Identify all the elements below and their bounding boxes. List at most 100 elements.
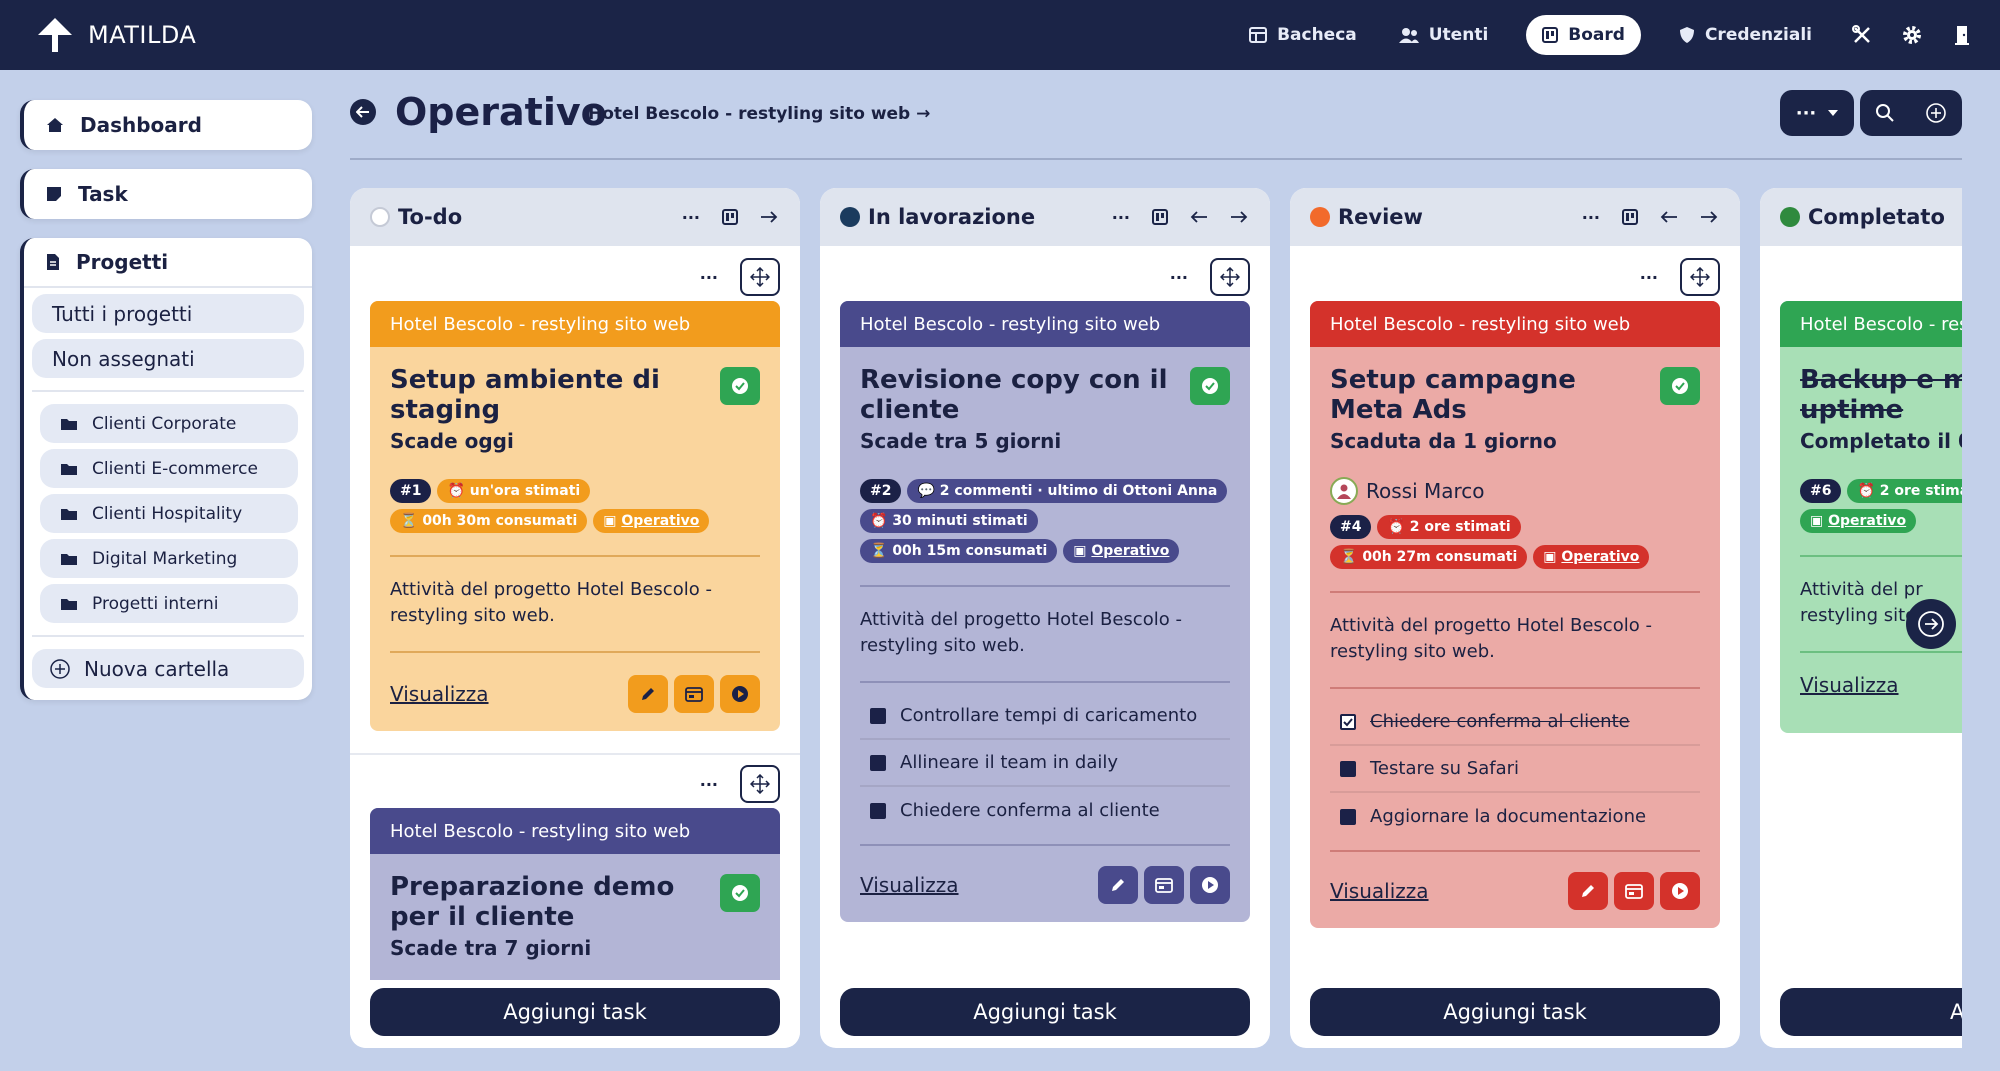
tag-board-link[interactable]: ▣ Operativo — [1533, 545, 1650, 569]
column-header: Completato — [1760, 188, 1962, 246]
scroll-right-button[interactable] — [1906, 599, 1956, 649]
edit-button[interactable] — [628, 675, 668, 713]
sidebar-task[interactable]: Task — [20, 169, 312, 219]
folder-progetti-interni[interactable]: Progetti interni — [40, 584, 298, 623]
add-circle-icon[interactable] — [1925, 102, 1947, 124]
folder-clienti-ecommerce[interactable]: Clienti E-commerce — [40, 449, 298, 488]
task-card[interactable]: Hotel Bescolo - restyling sito web Setup… — [1310, 301, 1720, 928]
tag-consumed-text: 00h 30m consumati — [422, 513, 578, 529]
door-icon[interactable] — [1950, 23, 1974, 47]
calendar-button[interactable] — [1144, 866, 1184, 904]
edit-button[interactable] — [1098, 866, 1138, 904]
checklist-item[interactable]: Allineare il team in daily — [860, 740, 1230, 787]
sidebar-progetti-head[interactable]: Progetti — [24, 238, 312, 288]
brand[interactable]: MATILDA — [36, 16, 196, 54]
play-button[interactable] — [1660, 872, 1700, 910]
checkbox[interactable] — [1340, 808, 1356, 825]
view-link[interactable]: Visualizza — [1330, 879, 1429, 903]
search-icon[interactable] — [1875, 103, 1895, 123]
task-card[interactable]: Hotel Bescolo - restyling sito web Revis… — [840, 301, 1250, 922]
sidebar: Dashboard Task Progetti Tutti i progetti… — [20, 100, 312, 719]
calendar-icon — [685, 687, 703, 702]
card-more-icon[interactable]: ··· — [1170, 268, 1188, 287]
new-folder-button[interactable]: Nuova cartella — [32, 649, 304, 688]
arrow-left-icon[interactable] — [1660, 211, 1678, 223]
board-icon[interactable] — [1622, 209, 1638, 225]
task-card[interactable]: Hotel Bescolo - restyling sito web Prepa… — [370, 808, 780, 998]
card-more-icon[interactable]: ··· — [700, 775, 718, 794]
view-link[interactable]: Visualizza — [860, 873, 959, 897]
tag-estimate: ⏰ 2 ore stimat — [1847, 479, 1962, 503]
play-button[interactable] — [720, 675, 760, 713]
folder-icon — [60, 597, 78, 611]
checklist-item[interactable]: Controllare tempi di caricamento — [860, 693, 1230, 740]
nav-board[interactable]: Board — [1526, 15, 1641, 55]
move-card-button[interactable] — [1680, 258, 1720, 296]
board-icon[interactable] — [722, 209, 738, 225]
checklist-item[interactable]: Testare su Safari — [1330, 746, 1700, 793]
filter-tutti-progetti[interactable]: Tutti i progetti — [32, 294, 304, 333]
folder-clienti-corporate[interactable]: Clienti Corporate — [40, 404, 298, 443]
checkbox[interactable] — [870, 802, 886, 819]
gear-icon[interactable] — [1900, 23, 1924, 47]
calendar-button[interactable] — [674, 675, 714, 713]
move-card-button[interactable] — [1210, 258, 1250, 296]
move-card-button[interactable] — [740, 258, 780, 296]
play-button[interactable] — [1190, 866, 1230, 904]
arrow-right-icon[interactable] — [760, 211, 778, 223]
add-task-button[interactable]: Aggiungi task — [840, 988, 1250, 1036]
column-more-icon[interactable]: ··· — [1112, 208, 1130, 227]
checkbox[interactable] — [870, 707, 886, 724]
edit-button[interactable] — [1568, 872, 1608, 910]
card-more-icon[interactable]: ··· — [1640, 268, 1658, 287]
tag-board-link[interactable]: ▣ Operativo — [1800, 509, 1917, 533]
tag-board-link[interactable]: ▣ Operativo — [593, 509, 710, 533]
add-task-button[interactable]: Aggiungi task — [1310, 988, 1720, 1036]
complete-button[interactable] — [1660, 367, 1700, 405]
move-card-button[interactable] — [740, 765, 780, 803]
checkbox-checked[interactable] — [1340, 713, 1356, 730]
card-project: Hotel Bescolo - res — [1780, 301, 1962, 347]
folder-digital-marketing[interactable]: Digital Marketing — [40, 539, 298, 578]
card-more-icon[interactable]: ··· — [700, 268, 718, 287]
view-link[interactable]: Visualizza — [390, 682, 489, 706]
assignee[interactable]: Rossi Marco — [1330, 477, 1700, 505]
checkbox[interactable] — [1340, 760, 1356, 777]
tag-board-link[interactable]: ▣ Operativo — [1063, 539, 1180, 563]
calendar-button[interactable] — [1614, 872, 1654, 910]
add-task-button[interactable]: Aggiungi task — [370, 988, 780, 1036]
move-icon — [1220, 267, 1240, 287]
alarm-icon: ⏰ — [447, 483, 465, 499]
task-card[interactable]: Hotel Bescolo - restyling sito web Setup… — [370, 301, 780, 731]
checkbox[interactable] — [870, 754, 886, 771]
complete-button[interactable] — [1190, 367, 1230, 405]
checklist-item[interactable]: Aggiornare la documentazione — [1330, 793, 1700, 840]
checklist-item[interactable]: Chiedere conferma al cliente — [860, 787, 1230, 834]
column-in-lavorazione: In lavorazione ··· ··· Hotel Bescolo - r… — [820, 188, 1270, 1048]
checklist-item[interactable]: Chiedere conferma al cliente — [1330, 699, 1700, 746]
arrow-right-icon[interactable] — [1700, 211, 1718, 223]
back-button[interactable] — [350, 99, 376, 125]
view-link[interactable]: Visualizza — [1800, 673, 1899, 697]
nav-credenziali[interactable]: Credenziali — [1675, 15, 1816, 55]
arrow-right-icon[interactable] — [1230, 211, 1248, 223]
tag-estimate-text: un'ora stimati — [469, 483, 581, 499]
column-review: Review ··· ··· Hotel Bescolo - restyling… — [1290, 188, 1740, 1048]
add-task-button[interactable]: Aggi — [1780, 988, 1962, 1036]
note-icon — [46, 186, 62, 202]
task-card[interactable]: Hotel Bescolo - res Backup e ma uptime C… — [1780, 301, 1962, 733]
arrow-left-icon[interactable] — [1190, 211, 1208, 223]
tools-icon[interactable] — [1850, 23, 1874, 47]
filter-non-assegnati[interactable]: Non assegnati — [32, 339, 304, 378]
complete-button[interactable] — [720, 874, 760, 912]
complete-button[interactable] — [720, 367, 760, 405]
column-more-icon[interactable]: ··· — [1582, 208, 1600, 227]
board-icon[interactable] — [1152, 209, 1168, 225]
sidebar-dashboard[interactable]: Dashboard — [20, 100, 312, 150]
project-breadcrumb-link[interactable]: Hotel Bescolo - restyling sito web → — [588, 104, 930, 124]
nav-utenti[interactable]: Utenti — [1395, 15, 1493, 55]
column-more-icon[interactable]: ··· — [682, 208, 700, 227]
folder-clienti-hospitality[interactable]: Clienti Hospitality — [40, 494, 298, 533]
more-menu-button[interactable]: ··· — [1780, 90, 1854, 136]
nav-bacheca[interactable]: Bacheca — [1245, 15, 1361, 55]
